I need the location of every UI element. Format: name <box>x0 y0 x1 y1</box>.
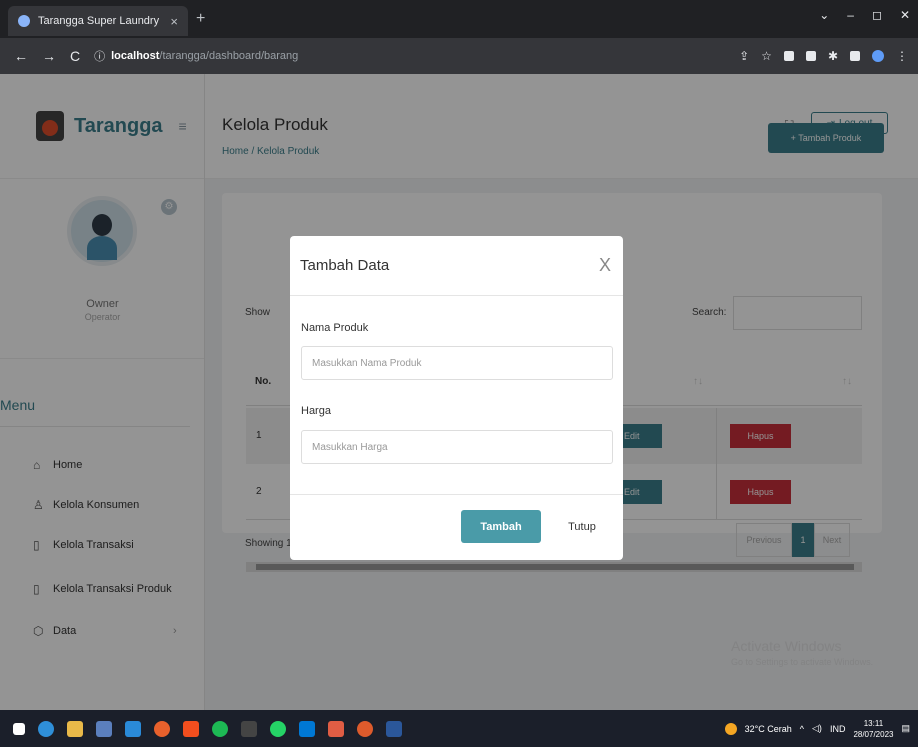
clock-date: 28/07/2023 <box>853 729 894 739</box>
tutup-button[interactable]: Tutup <box>554 510 610 543</box>
tambah-button[interactable]: Tambah <box>461 510 541 543</box>
favicon-icon <box>18 15 30 27</box>
add-data-modal: Tambah Data X Nama Produk Harga Tambah T… <box>290 236 623 560</box>
store-icon[interactable] <box>125 720 141 737</box>
bookmark-star-icon[interactable]: ☆ <box>761 49 772 63</box>
profile-avatar[interactable] <box>872 50 884 62</box>
puzzle-icon[interactable]: ✱ <box>828 49 838 63</box>
extension-icon[interactable] <box>805 51 816 61</box>
chrome-icon[interactable] <box>357 720 373 737</box>
vscode-icon[interactable] <box>299 720 315 737</box>
close-window-button[interactable]: ✕ <box>900 8 910 22</box>
tab-close-icon[interactable]: × <box>170 14 178 29</box>
nama-produk-input[interactable] <box>301 346 613 380</box>
volume-icon[interactable]: ◁) <box>812 723 822 734</box>
clock-time: 13:11 <box>863 718 884 728</box>
tab-title: Tarangga Super Laundry <box>38 15 160 27</box>
modal-footer-divider <box>290 494 623 495</box>
minimize-button[interactable]: – <box>847 8 854 22</box>
harga-input[interactable] <box>301 430 613 464</box>
extensions-area: ⇪ ☆ ✱ ⋮ <box>739 49 908 63</box>
clock[interactable]: 13:11 28/07/2023 <box>853 718 893 740</box>
calculator-icon[interactable] <box>96 720 112 737</box>
weather-icon <box>724 722 737 735</box>
modal-header: Tambah Data X <box>290 236 623 296</box>
address-bar[interactable]: ⓘ localhost/tarangga/dashboard/barang <box>94 48 298 64</box>
browser-tab[interactable]: Tarangga Super Laundry × <box>8 6 188 36</box>
extension-icon[interactable] <box>783 51 794 61</box>
maximize-button[interactable]: ◻ <box>872 8 882 22</box>
forward-icon[interactable]: → <box>42 48 56 64</box>
nama-produk-label: Nama Produk <box>301 322 369 334</box>
window-controls: ⌄ – ◻ ✕ <box>819 8 910 22</box>
start-icon[interactable] <box>13 722 25 735</box>
whatsapp-icon[interactable] <box>270 720 286 737</box>
app-icon[interactable] <box>328 720 344 737</box>
language-indicator[interactable]: IND <box>830 724 846 734</box>
activate-windows-subtitle: Go to Settings to activate Windows. <box>731 657 874 667</box>
menu-kebab-icon[interactable]: ⋮ <box>896 49 908 63</box>
close-icon[interactable]: X <box>599 255 611 276</box>
terminal-icon[interactable] <box>241 720 257 737</box>
harga-label: Harga <box>301 405 331 417</box>
modal-title: Tambah Data <box>300 257 390 274</box>
spotify-icon[interactable] <box>212 720 228 737</box>
system-tray: 32°C Cerah ^ ◁) IND 13:11 28/07/2023 ▤ <box>724 718 910 740</box>
url-path: /tarangga/dashboard/barang <box>159 50 299 62</box>
reload-icon[interactable]: C <box>70 48 80 64</box>
url-host: localhost <box>111 50 160 62</box>
browser-tab-strip: Tarangga Super Laundry × + ⌄ – ◻ ✕ <box>0 0 918 38</box>
share-icon[interactable]: ⇪ <box>739 49 749 63</box>
file-explorer-icon[interactable] <box>67 720 83 737</box>
windows-taskbar: 32°C Cerah ^ ◁) IND 13:11 28/07/2023 ▤ <box>0 710 918 747</box>
word-icon[interactable] <box>386 720 402 737</box>
browser-toolbar: ← → C ⓘ localhost/tarangga/dashboard/bar… <box>0 38 918 74</box>
edge-icon[interactable] <box>38 720 54 737</box>
chevron-up-icon[interactable]: ^ <box>800 724 804 734</box>
activate-windows-title: Activate Windows <box>731 638 842 654</box>
info-icon[interactable]: ⓘ <box>94 48 105 64</box>
firefox-icon[interactable] <box>154 720 170 737</box>
notification-icon[interactable]: ▤ <box>901 723 910 734</box>
weather-text[interactable]: 32°C Cerah <box>745 724 792 734</box>
back-icon[interactable]: ← <box>14 48 28 64</box>
tab-search-icon[interactable]: ⌄ <box>819 8 829 22</box>
new-tab-button[interactable]: + <box>196 10 205 28</box>
figma-icon[interactable] <box>183 720 199 737</box>
sidebar-icon[interactable] <box>850 51 860 61</box>
